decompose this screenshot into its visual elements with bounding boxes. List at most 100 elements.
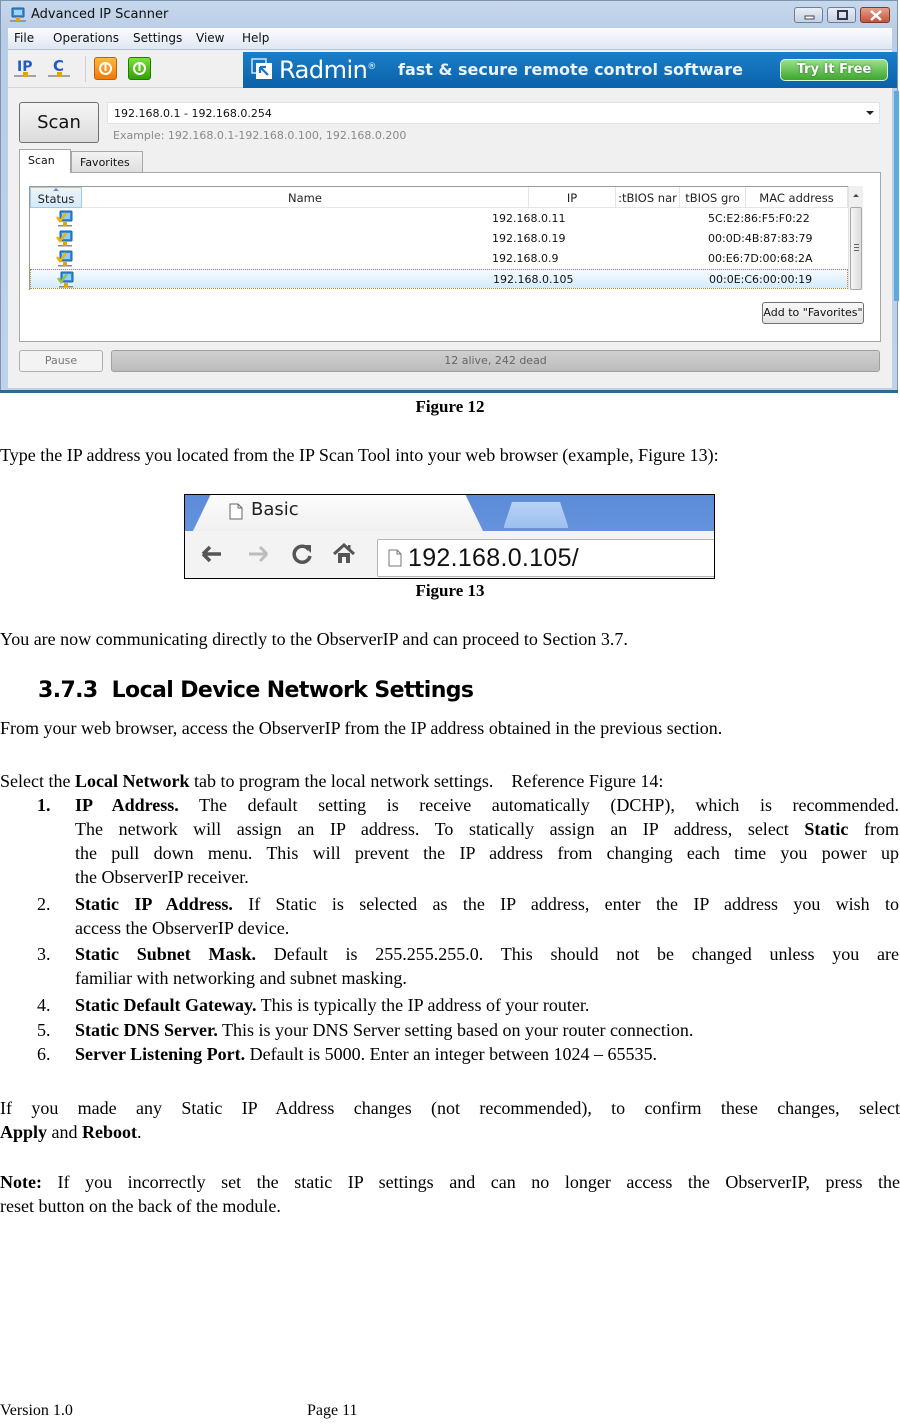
list-number: 2. bbox=[37, 894, 51, 914]
figure-border bbox=[0, 390, 898, 393]
reload-icon[interactable] bbox=[289, 541, 315, 567]
sort-ascending-icon bbox=[53, 188, 59, 191]
maximize-icon bbox=[837, 10, 848, 20]
host-alive-icon bbox=[56, 210, 73, 227]
power-orange-button[interactable] bbox=[94, 57, 117, 80]
dropdown-arrow-icon[interactable] bbox=[866, 111, 874, 115]
browser-tab[interactable]: Basic × bbox=[193, 495, 483, 531]
window-client-area: File Operations Settings View Help IP C bbox=[8, 28, 897, 388]
column-header-ip[interactable]: IP bbox=[529, 187, 616, 208]
select-tab-paragraph: Select the Local Network tab to program … bbox=[0, 771, 664, 791]
cell-ip: 192.168.0.105 bbox=[493, 273, 574, 286]
back-arrow-icon[interactable] bbox=[199, 541, 225, 567]
tab-scan[interactable]: Scan bbox=[19, 149, 71, 173]
figure-12-caption: Figure 12 bbox=[415, 397, 485, 416]
power-green-button[interactable] bbox=[128, 57, 151, 80]
vertical-scrollbar[interactable] bbox=[848, 186, 863, 290]
column-header-netbios-name[interactable]: :tBIOS nar bbox=[616, 187, 680, 208]
background-window-edge bbox=[894, 91, 899, 301]
menu-file[interactable]: File bbox=[14, 31, 34, 45]
power-icon bbox=[133, 62, 146, 75]
cell-mac: 00:0D:4B:87:83:79 bbox=[708, 232, 813, 245]
table-row[interactable]: 192.168.0.9 00:E6:7D:00:68:2A bbox=[30, 249, 848, 269]
menu-bar: File Operations Settings View Help bbox=[8, 28, 892, 50]
list-number: 1. bbox=[37, 795, 51, 815]
footer-version: Version 1.0 bbox=[0, 1402, 73, 1419]
title-bar: Advanced IP Scanner bbox=[1, 1, 897, 29]
add-to-favorites-button[interactable]: Add to "Favorites" bbox=[762, 302, 864, 324]
table-row[interactable]: 192.168.0.19 00:0D:4B:87:83:79 bbox=[30, 229, 848, 249]
list-number: 3. bbox=[37, 944, 51, 964]
page-icon bbox=[229, 503, 243, 520]
results-table: Status Name IP :tBIOS nar tBIOS gro MAC … bbox=[29, 186, 863, 290]
close-button[interactable] bbox=[860, 7, 890, 23]
note-paragraph: Note: If you incorrectly set the static … bbox=[0, 1172, 900, 1216]
progress-status-text: 12 alive, 242 dead bbox=[444, 354, 547, 367]
section-title: Local Device Network Settings bbox=[111, 678, 474, 703]
local-network-term: Local Network bbox=[74, 771, 190, 791]
list-number: 6. bbox=[37, 1044, 51, 1064]
scroll-up-icon[interactable] bbox=[853, 194, 859, 197]
table-row[interactable]: 192.168.0.105 00:0E:C6:00:00:19 bbox=[30, 269, 848, 289]
ip-icon[interactable]: IP bbox=[13, 56, 39, 82]
new-tab-button[interactable] bbox=[503, 501, 569, 529]
ip-range-example: Example: 192.168.0.1-192.168.0.100, 192.… bbox=[113, 129, 407, 142]
column-header-netbios-group[interactable]: tBIOS gro bbox=[680, 187, 746, 208]
grip-icon bbox=[854, 244, 859, 251]
figure-13-caption: Figure 13 bbox=[415, 581, 485, 600]
apply-paragraph: If you made any Static IP Address change… bbox=[0, 1098, 900, 1142]
browser-toolbar: 192.168.0.105/ bbox=[185, 531, 714, 578]
list-number: 5. bbox=[37, 1020, 51, 1040]
scroll-thumb[interactable] bbox=[850, 207, 862, 290]
power-icon bbox=[99, 62, 112, 75]
scan-button[interactable]: Scan bbox=[19, 102, 99, 143]
home-icon[interactable] bbox=[331, 541, 357, 567]
address-bar[interactable]: 192.168.0.105/ bbox=[377, 539, 714, 577]
browser-screenshot: Basic × 192.168.0.105/ bbox=[184, 494, 715, 579]
intro-paragraph: Type the IP address you located from the… bbox=[0, 445, 719, 465]
section-intro-paragraph: From your web browser, access the Observ… bbox=[0, 718, 723, 738]
cell-mac: 5C:E2:86:F5:F0:22 bbox=[708, 212, 810, 225]
browser-tab-title: Basic bbox=[251, 499, 299, 520]
radmin-ad-banner[interactable]: Radmin® fast & secure remote control sof… bbox=[243, 52, 897, 88]
table-row[interactable]: 192.168.0.11 5C:E2:86:F5:F0:22 bbox=[30, 209, 848, 229]
host-alive-icon bbox=[56, 230, 73, 247]
ip-range-input[interactable]: 192.168.0.1 - 192.168.0.254 bbox=[107, 102, 880, 124]
cell-mac: 00:0E:C6:00:00:19 bbox=[709, 273, 813, 286]
pause-button[interactable]: Pause bbox=[19, 350, 103, 372]
footer-page-number: Page 11 bbox=[307, 1402, 358, 1419]
cell-ip: 192.168.0.19 bbox=[492, 232, 566, 245]
table-header: Status Name IP :tBIOS nar tBIOS gro MAC … bbox=[30, 186, 863, 208]
url-text: 192.168.0.105/ bbox=[408, 544, 580, 572]
ip-range-value: 192.168.0.1 - 192.168.0.254 bbox=[114, 107, 272, 120]
cell-ip: 192.168.0.9 bbox=[492, 252, 559, 265]
section-number: 3.7.3 bbox=[38, 678, 98, 703]
host-alive-icon bbox=[57, 271, 74, 288]
forward-arrow-icon[interactable] bbox=[245, 541, 271, 567]
column-header-name[interactable]: Name bbox=[82, 187, 529, 208]
menu-settings[interactable]: Settings bbox=[133, 31, 182, 45]
list-number: 4. bbox=[37, 995, 51, 1015]
minimize-button[interactable] bbox=[794, 7, 823, 23]
maximize-button[interactable] bbox=[827, 7, 856, 23]
tab-favorites[interactable]: Favorites bbox=[71, 151, 143, 173]
try-it-free-button[interactable]: Try It Free bbox=[780, 59, 888, 81]
column-header-status[interactable]: Status bbox=[30, 187, 82, 208]
c-class-icon[interactable]: C bbox=[47, 56, 73, 82]
menu-help[interactable]: Help bbox=[242, 31, 269, 45]
section-heading: 3.7.3 Local Device Network Settings bbox=[38, 678, 474, 703]
ip-scanner-window: Advanced IP Scanner File Operations Sett… bbox=[0, 0, 899, 392]
page-icon bbox=[388, 549, 402, 567]
minimize-icon bbox=[804, 15, 815, 20]
column-header-mac[interactable]: MAC address bbox=[746, 187, 848, 208]
scan-progress-bar: 12 alive, 242 dead bbox=[111, 350, 880, 372]
radmin-tagline: fast & secure remote control software bbox=[398, 60, 743, 79]
menu-operations[interactable]: Operations bbox=[53, 31, 119, 45]
cell-ip: 192.168.0.11 bbox=[492, 212, 566, 225]
proceed-paragraph: You are now communicating directly to th… bbox=[0, 629, 628, 649]
close-icon bbox=[870, 10, 882, 21]
menu-view[interactable]: View bbox=[196, 31, 224, 45]
toolbar-separator bbox=[85, 56, 86, 82]
tab-close-icon[interactable]: × bbox=[475, 498, 483, 519]
radmin-logo-icon bbox=[251, 58, 272, 79]
